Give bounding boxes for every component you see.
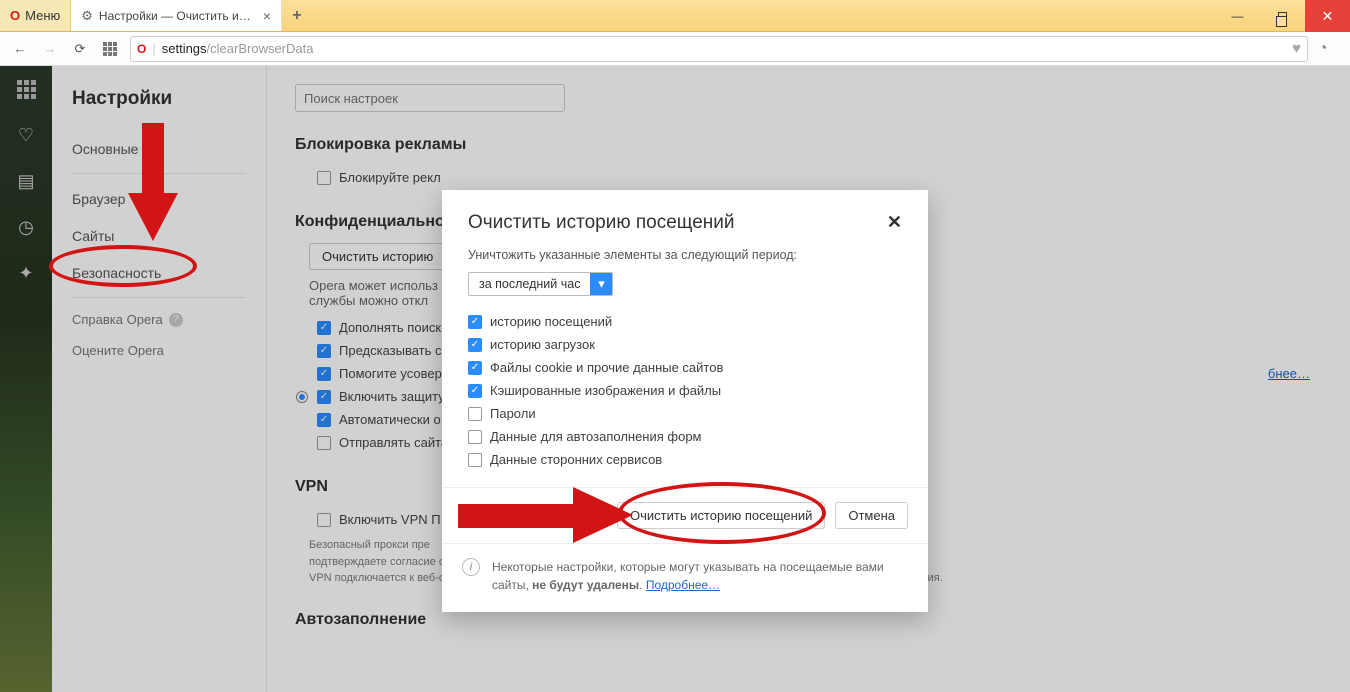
gear-icon: ⚙ <box>81 8 93 24</box>
time-range-select[interactable]: за последний час ▾ <box>468 272 613 296</box>
info-icon: i <box>462 558 480 576</box>
opt-thirdparty[interactable]: Данные сторонних сервисов <box>468 448 902 471</box>
opt-cookies[interactable]: ✓Файлы cookie и прочие данные сайтов <box>468 356 902 379</box>
nav-reload-button[interactable]: ⟳ <box>70 39 90 59</box>
opt-passwords[interactable]: Пароли <box>468 402 902 425</box>
dialog-title: Очистить историю посещений <box>468 212 735 234</box>
dialog-clear-button[interactable]: Очистить историю посещений <box>617 502 825 529</box>
dialog-subtitle: Уничтожить указанные элементы за следующ… <box>468 248 902 262</box>
opt-cache[interactable]: ✓Кэшированные изображения и файлы <box>468 379 902 402</box>
speed-dial-icon[interactable] <box>100 39 120 59</box>
dialog-close-button[interactable]: ✕ <box>887 212 902 233</box>
window-titlebar: O Меню ⚙ Настройки — Очистить и… × + — ✕ <box>0 0 1350 32</box>
window-controls: — ✕ <box>1215 0 1350 32</box>
opt-autofill[interactable]: Данные для автозаполнения форм <box>468 425 902 448</box>
bookmark-heart-icon[interactable]: ♥ <box>1292 40 1301 57</box>
nav-back-button[interactable]: ← <box>10 39 30 59</box>
tab-title: Настройки — Очистить и… <box>99 9 251 23</box>
chevron-down-icon: ▾ <box>590 273 612 295</box>
clear-history-dialog: Очистить историю посещений ✕ Уничтожить … <box>442 190 928 612</box>
app-menu-button[interactable]: O Меню <box>0 0 71 31</box>
window-restore-button[interactable] <box>1260 0 1305 32</box>
dialog-note: Некоторые настройки, которые могут указы… <box>492 558 908 594</box>
nav-forward-button[interactable]: → <box>40 39 60 59</box>
history-clock-icon[interactable]: ◔ <box>1318 40 1340 58</box>
menu-label: Меню <box>25 8 60 23</box>
dialog-learn-more-link[interactable]: Подробнее… <box>646 578 720 592</box>
opt-history[interactable]: ✓историю посещений <box>468 310 902 333</box>
window-minimize-button[interactable]: — <box>1215 0 1260 32</box>
tab-close-button[interactable]: × <box>263 8 271 24</box>
opera-logo-icon: O <box>10 8 20 23</box>
address-text: settings/clearBrowserData <box>162 41 314 56</box>
browser-tab[interactable]: ⚙ Настройки — Очистить и… × <box>71 0 282 31</box>
address-bar[interactable]: O | settings/clearBrowserData ♥ <box>130 36 1308 62</box>
new-tab-button[interactable]: + <box>282 0 312 31</box>
window-close-button[interactable]: ✕ <box>1305 0 1350 32</box>
dialog-cancel-button[interactable]: Отмена <box>835 502 908 529</box>
opera-badge-icon: O <box>137 42 146 56</box>
nav-toolbar: ← → ⟳ O | settings/clearBrowserData ♥ ◔ <box>0 32 1350 66</box>
opt-downloads[interactable]: ✓историю загрузок <box>468 333 902 356</box>
